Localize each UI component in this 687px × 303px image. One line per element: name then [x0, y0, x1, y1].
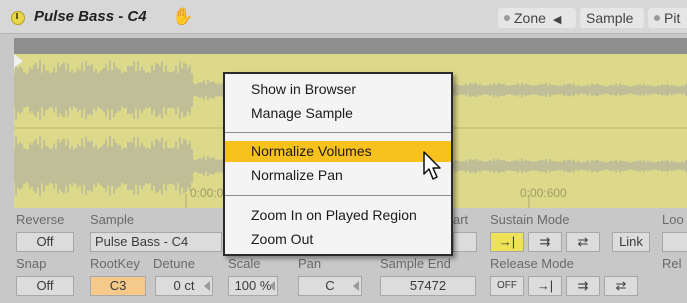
tab-indicator-icon	[504, 15, 510, 21]
mouse-cursor-icon	[423, 151, 441, 180]
device-title: Pulse Bass - C4	[34, 8, 147, 25]
sustain-mode-pingpong-button[interactable]: ⇄	[566, 232, 600, 252]
sustain-mode-label: Sustain Mode	[490, 212, 570, 227]
detune-label: Detune	[153, 256, 195, 271]
slider-arrow-icon	[353, 281, 359, 291]
release-mode-forward-button[interactable]: ⇉	[566, 276, 600, 296]
device-title-bar: Pulse Bass - C4 ✋ Zone ◀ Sample Pit	[0, 0, 687, 34]
hand-icon[interactable]: ✋	[172, 7, 193, 27]
release-mode-label: Release Mode	[490, 256, 574, 271]
menu-separator	[225, 195, 451, 196]
sustain-mode-forward-button[interactable]: ⇉	[528, 232, 562, 252]
menu-separator	[225, 132, 451, 133]
release-mode-loop-button[interactable]: →|	[528, 276, 562, 296]
slider-arrow-icon	[269, 281, 275, 291]
pan-value: C	[325, 278, 335, 293]
menu-item-normalize-pan[interactable]: Normalize Pan	[225, 165, 451, 186]
tab-indicator-icon	[654, 15, 660, 21]
sample-start-label: art	[453, 212, 469, 227]
scale-field[interactable]: 100 %	[228, 276, 278, 296]
sample-start-marker[interactable]	[14, 54, 23, 68]
release-mode-pingpong-button[interactable]: ⇄	[604, 276, 638, 296]
context-menu: Show in Browser Manage Sample Normalize …	[223, 72, 453, 256]
ruler-label-right: 0:00:600	[520, 186, 567, 200]
tab-zone[interactable]: Zone ◀	[498, 8, 576, 28]
rootkey-label: RootKey	[90, 256, 140, 271]
slider-arrow-icon	[204, 281, 210, 291]
menu-item-normalize-volumes[interactable]: Normalize Volumes	[225, 141, 451, 162]
link-button[interactable]: Link	[612, 232, 650, 252]
detune-value: 0 ct	[173, 278, 195, 293]
tab-pitch-label: Pit	[664, 10, 681, 26]
loop-label: Loo	[662, 212, 684, 227]
detune-field[interactable]: 0 ct	[155, 276, 213, 296]
snap-toggle[interactable]: Off	[16, 276, 74, 296]
sustain-mode-loop-off-button[interactable]: →|	[490, 232, 524, 252]
snap-label: Snap	[16, 256, 47, 271]
triangle-left-icon: ◀	[552, 14, 562, 26]
sample-end-label: Sample End	[380, 256, 451, 271]
pan-label: Pan	[298, 256, 322, 271]
pan-field[interactable]: C	[298, 276, 362, 296]
rootkey-field[interactable]: C3	[90, 276, 146, 296]
sample-end-field[interactable]: 57472	[380, 276, 476, 296]
reverse-label: Reverse	[16, 212, 65, 227]
reverse-toggle[interactable]: Off	[16, 232, 74, 252]
release-label: Rel	[662, 256, 682, 271]
tab-sample-label: Sample	[586, 10, 634, 26]
scale-value: 100 %	[234, 278, 272, 293]
menu-item-zoom-in-played-region[interactable]: Zoom In on Played Region	[225, 205, 451, 226]
menu-item-show-in-browser[interactable]: Show in Browser	[225, 79, 451, 100]
sample-name-field[interactable]: Pulse Bass - C4	[90, 232, 222, 252]
release-mode-off-button[interactable]: OFF	[490, 276, 524, 296]
tab-pitch[interactable]: Pit	[648, 8, 687, 28]
power-icon[interactable]	[11, 11, 25, 25]
tab-sample[interactable]: Sample	[580, 8, 644, 28]
loop-field[interactable]	[662, 232, 687, 252]
sample-label: Sample	[90, 212, 135, 227]
sample-start-field[interactable]	[453, 232, 477, 252]
tab-zone-label: Zone	[514, 10, 546, 26]
scale-label: Scale	[228, 256, 261, 271]
menu-item-zoom-out[interactable]: Zoom Out	[225, 229, 451, 250]
menu-item-manage-sample[interactable]: Manage Sample	[225, 103, 451, 124]
